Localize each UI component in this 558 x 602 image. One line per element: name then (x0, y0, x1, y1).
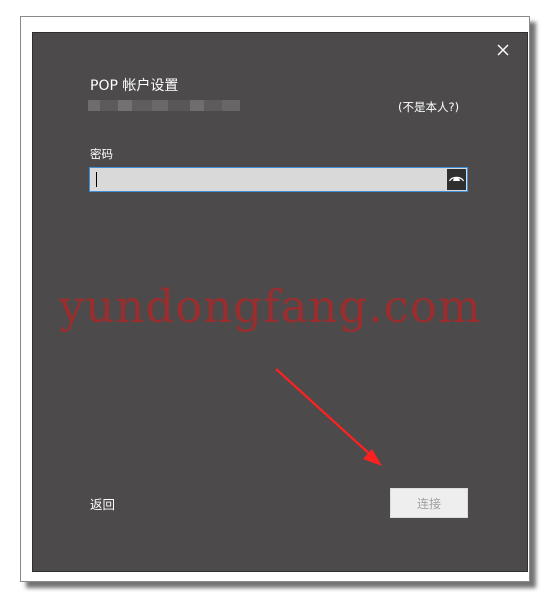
password-field-container (89, 167, 468, 192)
dialog-title: POP 帐户设置 (90, 78, 179, 94)
account-email-redacted (88, 100, 240, 111)
text-caret (96, 172, 97, 187)
close-button[interactable] (491, 39, 515, 61)
reveal-password-button[interactable] (447, 169, 466, 190)
arrow-head-icon (363, 449, 382, 466)
close-icon (497, 44, 509, 56)
password-label: 密码 (90, 147, 113, 161)
watermark-text: yundongfang.com (59, 280, 482, 333)
pop-account-settings-dialog: POP 帐户设置 (不是本人?) 密码 yundongfang.com 返回 连… (32, 32, 528, 572)
connect-button[interactable]: 连接 (390, 488, 468, 518)
password-input[interactable] (90, 168, 446, 191)
not-you-link[interactable]: (不是本人?) (398, 99, 459, 115)
back-link[interactable]: 返回 (90, 494, 115, 513)
eye-reveal-icon (448, 176, 465, 182)
